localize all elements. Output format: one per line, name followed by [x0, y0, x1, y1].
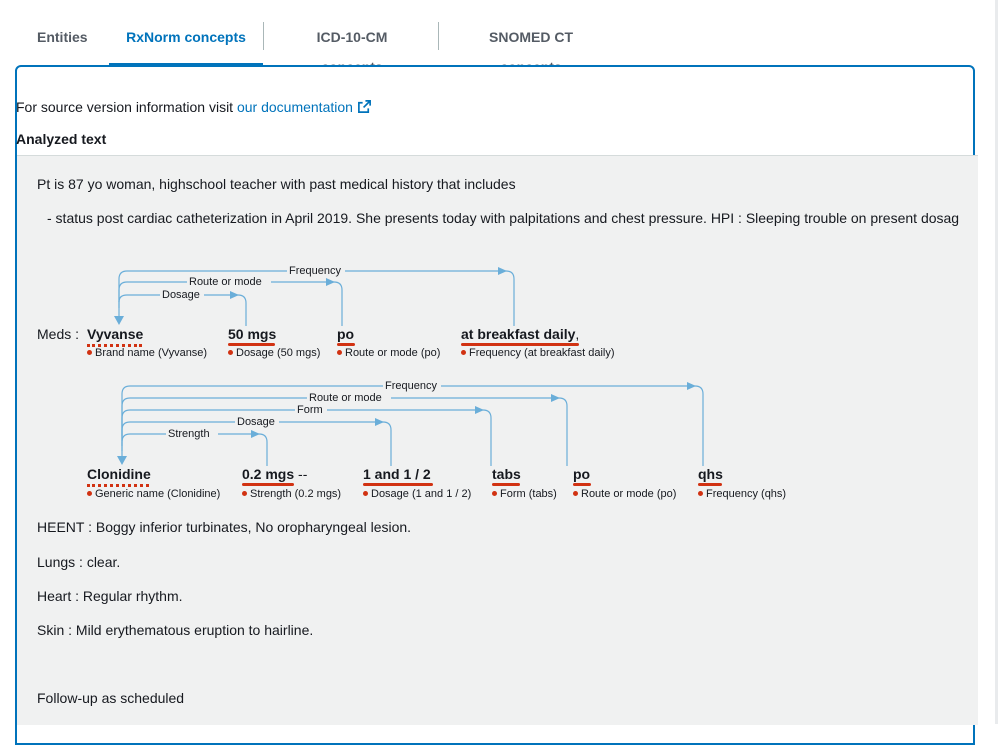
entity-label: Route or mode (po): [573, 488, 676, 500]
entity-underline: [242, 483, 294, 486]
tab-icd-10-cm-concepts[interactable]: ICD-10-CM concepts: [285, 22, 419, 75]
entity-label: Dosage (50 mgs): [228, 347, 320, 359]
entity-clonidine[interactable]: Clonidine: [87, 466, 151, 482]
entity-1-and-1-2[interactable]: 1 and 1 / 2: [363, 466, 431, 482]
source-version-info: For source version information visit our…: [16, 99, 372, 117]
analyzed-text-box: Pt is 87 yo woman, highschool teacher wi…: [17, 155, 978, 725]
relation-arrows-med2: Frequency Route or mode Form Dosage Stre…: [117, 379, 704, 466]
entity-0-2-mgs[interactable]: 0.2 mgs --: [242, 466, 307, 482]
entity-tabs[interactable]: tabs: [492, 466, 521, 482]
info-text: For source version information visit: [16, 99, 237, 115]
text-line: Lungs : clear.: [37, 554, 121, 570]
entity-vyvanse[interactable]: Vyvanse: [87, 326, 143, 342]
analyzed-text-heading: Analyzed text: [16, 131, 107, 147]
documentation-link[interactable]: our documentation: [237, 99, 353, 115]
entity-underline: [492, 483, 520, 486]
entity-underline: [698, 483, 722, 486]
relation-label: Route or mode: [309, 392, 382, 404]
entity-qhs[interactable]: qhs: [698, 466, 723, 482]
text-line: Heart : Regular rhythm.: [37, 588, 183, 604]
entity-underline: [337, 343, 355, 346]
text-line: Follow-up as scheduled: [37, 690, 185, 706]
tab-rxnorm-concepts[interactable]: RxNorm concepts: [109, 22, 263, 66]
entity-po[interactable]: po: [573, 466, 590, 482]
entity-underline: [461, 343, 579, 346]
meds-prefix: Meds :: [37, 326, 80, 342]
entity-at-breakfast-daily[interactable]: at breakfast daily,: [461, 326, 579, 342]
entity-underline: [87, 484, 149, 487]
external-link-icon[interactable]: [357, 99, 372, 117]
tab-divider: [438, 22, 439, 50]
text-line: HEENT : Boggy inferior turbinates, No or…: [37, 519, 412, 535]
text-line: Skin : Mild erythematous eruption to hai…: [37, 622, 314, 638]
tab-bar: Entities RxNorm concepts ICD-10-CM conce…: [0, 0, 998, 75]
entity-underline: [228, 343, 275, 346]
entity-underline: [573, 483, 591, 486]
relation-label: Strength: [168, 428, 210, 440]
entity-label: Brand name (Vyvanse): [87, 347, 207, 359]
entity-label: Generic name (Clonidine): [87, 488, 220, 500]
entity-label: Form (tabs): [492, 488, 557, 500]
tab-divider: [263, 22, 264, 50]
entity-label: Frequency (qhs): [698, 488, 786, 500]
entity-label: Frequency (at breakfast daily): [461, 347, 615, 359]
entity-label: Strength (0.2 mgs): [242, 488, 341, 500]
entity-50-mgs[interactable]: 50 mgs: [228, 326, 276, 342]
entity-underline: [363, 483, 433, 486]
relation-label: Form: [297, 404, 323, 416]
entity-label: Dosage (1 and 1 / 2): [363, 488, 471, 500]
tab-snomed-ct-concepts[interactable]: SNOMED CT concepts: [460, 22, 602, 75]
relation-label: Frequency: [385, 380, 437, 392]
entity-po[interactable]: po: [337, 326, 354, 342]
entity-label: Route or mode (po): [337, 347, 440, 359]
relation-label: Dosage: [237, 416, 275, 428]
tab-entities[interactable]: Entities: [37, 22, 88, 66]
